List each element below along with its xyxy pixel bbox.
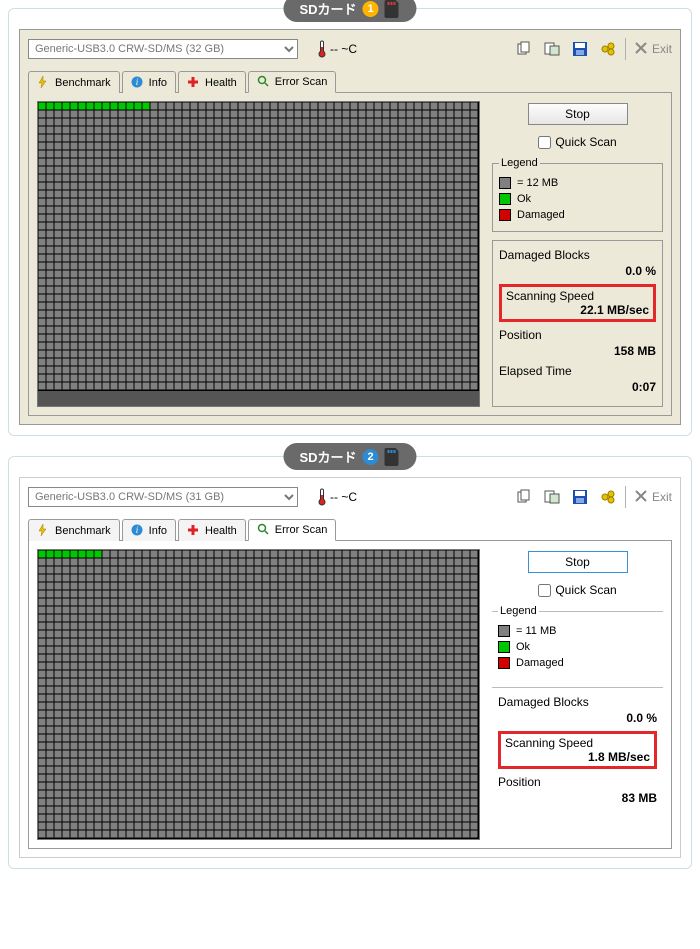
error-scan-pane: Stop Quick Scan Legend = 11 MB Ok Damage… <box>28 541 672 849</box>
position-value: 158 MB <box>499 344 656 358</box>
card-header: SDカード 1 <box>283 0 416 22</box>
sd-card-icon <box>385 448 401 466</box>
legend-block-icon <box>498 625 510 637</box>
screenshot-icon[interactable] <box>543 488 561 506</box>
legend-title: Legend <box>498 605 539 617</box>
tab-health[interactable]: Health <box>178 519 246 541</box>
scan-block-grid <box>37 549 480 840</box>
card-title: SDカード <box>299 447 356 466</box>
app-window: Generic-USB3.0 CRW-SD/MS (32 GB) -- ~C <box>19 29 681 425</box>
card-header: SDカード 2 <box>283 443 416 470</box>
legend-damaged-label: Damaged <box>516 657 564 669</box>
exit-label: Exit <box>652 490 672 504</box>
damaged-blocks-value: 0.0 % <box>498 711 657 725</box>
card-number-badge: 2 <box>363 449 379 465</box>
bolt-icon <box>37 524 51 538</box>
exit-button[interactable]: Exit <box>634 41 672 58</box>
position-value: 83 MB <box>498 791 657 805</box>
magnify-icon <box>257 75 271 89</box>
save-icon[interactable] <box>571 40 589 58</box>
tab-bar: Benchmark i Info Health Error Scan <box>28 70 672 93</box>
legend-group: Legend = 12 MB Ok Damaged <box>492 157 663 232</box>
damaged-blocks-label: Damaged Blocks <box>499 248 656 262</box>
magnify-icon <box>257 523 271 537</box>
temperature-display: -- ~C <box>318 40 507 58</box>
bolt-icon <box>37 76 51 90</box>
thermometer-icon <box>318 488 326 506</box>
tab-benchmark[interactable]: Benchmark <box>28 519 120 541</box>
exit-label: Exit <box>652 42 672 56</box>
health-icon <box>187 76 201 90</box>
card-title: SDカード <box>299 0 356 18</box>
legend-group: Legend = 11 MB Ok Damaged <box>492 605 663 679</box>
legend-title: Legend <box>499 157 540 169</box>
copy-icon[interactable] <box>515 40 533 58</box>
tab-error-scan[interactable]: Error Scan <box>248 71 337 93</box>
scanning-speed-highlight: Scanning Speed 22.1 MB/sec <box>499 284 656 322</box>
drive-select[interactable]: Generic-USB3.0 CRW-SD/MS (31 GB) <box>28 487 298 507</box>
scanning-speed-value: 22.1 MB/sec <box>506 303 649 317</box>
stop-button[interactable]: Stop <box>528 551 628 573</box>
close-icon <box>634 489 648 506</box>
legend-block-size: = 12 MB <box>517 177 558 189</box>
scan-block-grid <box>37 101 480 407</box>
legend-damaged-label: Damaged <box>517 209 565 221</box>
legend-block-size: = 11 MB <box>516 625 556 637</box>
tab-info[interactable]: i Info <box>122 519 176 541</box>
elapsed-time-value: 0:07 <box>499 380 656 394</box>
copy-icon[interactable] <box>515 488 533 506</box>
position-label: Position <box>499 328 656 342</box>
options-icon[interactable] <box>599 488 617 506</box>
temperature-value: -- ~C <box>330 490 357 504</box>
health-icon <box>187 524 201 538</box>
tab-benchmark[interactable]: Benchmark <box>28 71 120 93</box>
card-number-badge: 1 <box>363 1 379 17</box>
error-scan-pane: Stop Quick Scan Legend = 12 MB Ok Damage… <box>28 93 672 416</box>
separator <box>625 486 626 508</box>
elapsed-time-label: Elapsed Time <box>499 364 656 378</box>
separator <box>625 38 626 60</box>
scanning-speed-highlight: Scanning Speed 1.8 MB/sec <box>498 731 657 769</box>
info-icon: i <box>131 76 145 90</box>
app-window: Generic-USB3.0 CRW-SD/MS (31 GB) -- ~C <box>19 477 681 858</box>
damaged-blocks-value: 0.0 % <box>499 264 656 278</box>
close-icon <box>634 41 648 58</box>
legend-ok-icon <box>499 193 511 205</box>
damaged-blocks-label: Damaged Blocks <box>498 695 657 709</box>
position-label: Position <box>498 775 657 789</box>
quick-scan-checkbox[interactable]: Quick Scan <box>492 135 663 149</box>
legend-ok-label: Ok <box>516 641 530 653</box>
options-icon[interactable] <box>599 40 617 58</box>
screenshot-icon[interactable] <box>543 40 561 58</box>
save-icon[interactable] <box>571 488 589 506</box>
tab-health[interactable]: Health <box>178 71 246 93</box>
legend-ok-label: Ok <box>517 193 531 205</box>
tab-info[interactable]: i Info <box>122 71 176 93</box>
sd-card-icon <box>385 0 401 18</box>
scanning-speed-value: 1.8 MB/sec <box>505 750 650 764</box>
legend-damaged-icon <box>499 209 511 221</box>
temperature-display: -- ~C <box>318 488 507 506</box>
legend-damaged-icon <box>498 657 510 669</box>
stats-block: Damaged Blocks 0.0 % Scanning Speed 22.1… <box>492 240 663 407</box>
stop-button[interactable]: Stop <box>528 103 628 125</box>
tab-error-scan[interactable]: Error Scan <box>248 519 337 541</box>
quick-scan-checkbox[interactable]: Quick Scan <box>492 583 663 597</box>
temperature-value: -- ~C <box>330 42 357 56</box>
thermometer-icon <box>318 40 326 58</box>
drive-select[interactable]: Generic-USB3.0 CRW-SD/MS (32 GB) <box>28 39 298 59</box>
exit-button[interactable]: Exit <box>634 489 672 506</box>
legend-ok-icon <box>498 641 510 653</box>
legend-block-icon <box>499 177 511 189</box>
scanning-speed-label: Scanning Speed <box>506 289 649 303</box>
scanning-speed-label: Scanning Speed <box>505 736 650 750</box>
stats-block: Damaged Blocks 0.0 % Scanning Speed 1.8 … <box>492 687 663 817</box>
info-icon: i <box>131 524 145 538</box>
tab-bar: Benchmark i Info Health Error Scan <box>28 518 672 541</box>
